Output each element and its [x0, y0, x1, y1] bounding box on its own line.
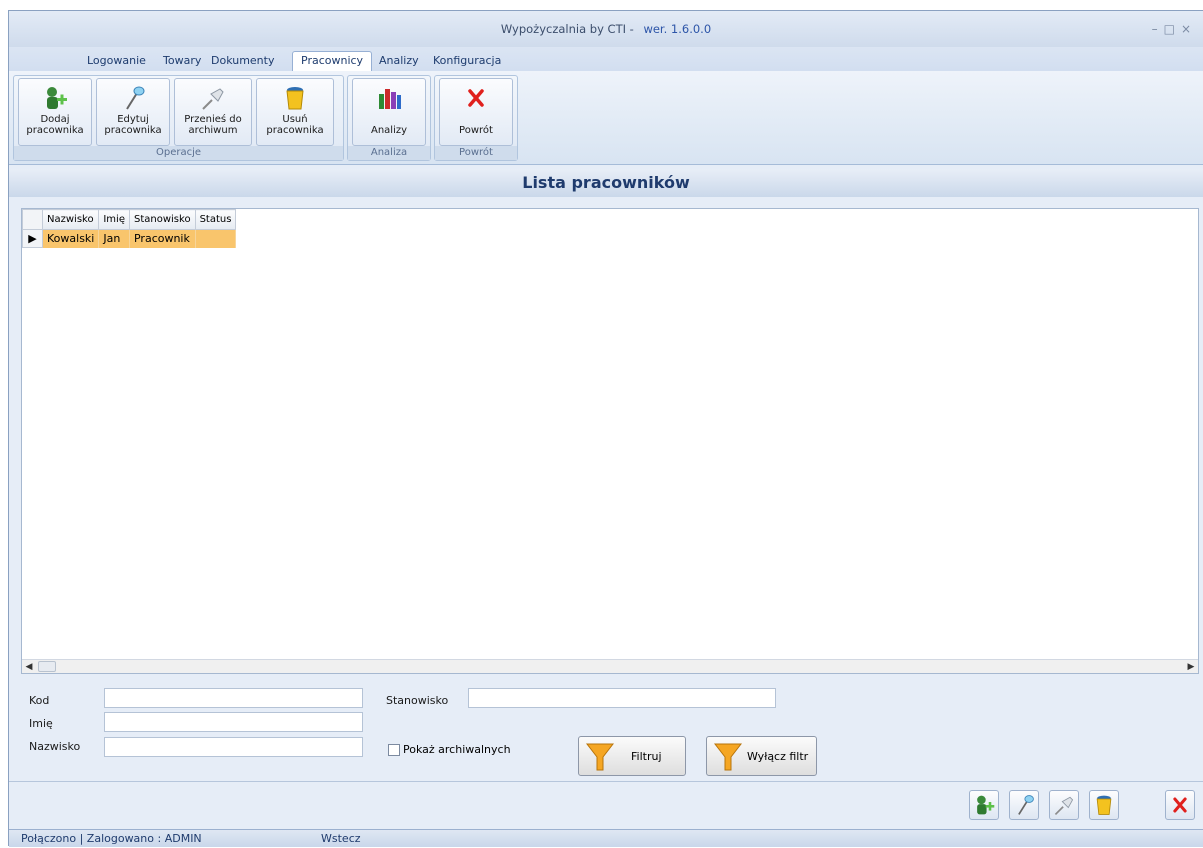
- table-row[interactable]: ▶ Kowalski Jan Pracownik: [22, 229, 237, 248]
- add-employee-label-1: Dodaj: [40, 114, 70, 125]
- close-window-icon[interactable]: ×: [1181, 22, 1197, 36]
- horizontal-scrollbar[interactable]: ◀ ▶: [22, 659, 1198, 673]
- tab-towary[interactable]: Towary: [155, 52, 209, 71]
- status-back[interactable]: Wstecz: [321, 830, 361, 848]
- column-header-stanowisko[interactable]: Stanowisko: [128, 209, 196, 230]
- archive-employee-button[interactable]: Przenieś do archiwum: [174, 78, 252, 146]
- column-header-nazwisko[interactable]: Nazwisko: [41, 209, 100, 230]
- maximize-icon[interactable]: □: [1164, 22, 1181, 36]
- window-controls[interactable]: –□×: [1152, 11, 1197, 47]
- group-label-operacje: Operacje: [14, 146, 343, 160]
- delete-employee-label-2: pracownika: [266, 125, 324, 136]
- checkbox-box[interactable]: [388, 744, 400, 756]
- bottom-toolbar: [9, 781, 1203, 823]
- ribbon-group-operacje: Dodaj pracownika Edytuj pracownika Przen…: [13, 75, 344, 161]
- clear-filter-button-label: Wyłącz filtr: [747, 750, 809, 763]
- funnel-icon: [713, 743, 743, 771]
- toolbar-archive-button[interactable]: [1049, 790, 1079, 820]
- toolbar-add-button[interactable]: [969, 790, 999, 820]
- column-header-status[interactable]: Status: [194, 209, 237, 230]
- add-user-icon: [47, 87, 67, 109]
- nazwisko-label: Nazwisko: [29, 740, 81, 753]
- employees-grid[interactable]: Nazwisko Imię Stanowisko Status ▶ Kowals…: [21, 208, 1199, 674]
- trash-icon: [286, 87, 304, 110]
- toolbar-close-button[interactable]: [1165, 790, 1195, 820]
- kod-label: Kod: [29, 694, 50, 707]
- filter-button[interactable]: Filtruj: [578, 736, 686, 776]
- status-connection: Połączono | Zalogowano : ADMIN: [21, 832, 202, 845]
- toolbar-edit-button[interactable]: [1009, 790, 1039, 820]
- back-button[interactable]: Powrót: [439, 78, 513, 146]
- edit-icon: [1018, 795, 1034, 815]
- stanowisko-input[interactable]: [468, 688, 776, 708]
- scroll-right-icon[interactable]: ▶: [1184, 660, 1198, 674]
- tab-konfiguracja[interactable]: Konfiguracja: [425, 52, 509, 71]
- clear-filter-button[interactable]: Wyłącz filtr: [706, 736, 817, 776]
- archive-employee-label-1: Przenieś do: [184, 114, 242, 125]
- window-version: wer. 1.6.0.0: [643, 22, 712, 36]
- filter-button-label: Filtruj: [631, 750, 662, 763]
- tab-dokumenty[interactable]: Dokumenty: [203, 52, 282, 71]
- nazwisko-input[interactable]: [104, 737, 363, 757]
- tab-analizy[interactable]: Analizy: [371, 52, 427, 71]
- edit-employee-button[interactable]: Edytuj pracownika: [96, 78, 170, 146]
- status-bar: Połączono | Zalogowano : ADMIN Wstecz: [9, 829, 1203, 847]
- show-archived-checkbox[interactable]: Pokaż archiwalnych: [388, 743, 511, 756]
- back-label: Powrót: [459, 125, 493, 136]
- edit-employee-label-1: Edytuj: [117, 114, 149, 125]
- kod-input[interactable]: [104, 688, 363, 708]
- imie-input[interactable]: [104, 712, 363, 732]
- cell-stanowisko[interactable]: Pracownik: [129, 229, 196, 248]
- scroll-left-icon[interactable]: ◀: [22, 660, 36, 674]
- pin-icon: [202, 88, 224, 110]
- ribbon-group-powrot: Powrót Powrót: [434, 75, 518, 161]
- pin-icon: [1054, 796, 1074, 816]
- add-user-icon: [977, 795, 995, 815]
- group-label-analiza: Analiza: [348, 146, 430, 160]
- group-label-powrot: Powrót: [435, 146, 517, 160]
- books-icon: [379, 89, 401, 109]
- close-icon: [468, 89, 484, 107]
- ribbon-tabs: Logowanie Towary Dokumenty Pracownicy An…: [9, 47, 1203, 72]
- minimize-icon[interactable]: –: [1152, 22, 1164, 36]
- cell-imie[interactable]: Jan: [98, 229, 130, 248]
- title-bar: Wypożyczalnia by CTI - wer. 1.6.0.0 –□×: [9, 11, 1203, 47]
- row-header-corner: [22, 209, 43, 230]
- employees-table: Nazwisko Imię Stanowisko Status ▶ Kowals…: [22, 209, 237, 248]
- cell-nazwisko[interactable]: Kowalski: [42, 229, 100, 248]
- funnel-icon: [585, 743, 615, 771]
- analyses-label: Analizy: [370, 125, 408, 136]
- page-title: Lista pracowników: [9, 169, 1203, 197]
- show-archived-label: Pokaż archiwalnych: [403, 743, 511, 756]
- ribbon-group-analiza: Analizy Analiza: [347, 75, 431, 161]
- stanowisko-label: Stanowisko: [386, 694, 449, 707]
- scroll-thumb[interactable]: [38, 661, 56, 672]
- row-selector-icon: ▶: [22, 229, 43, 248]
- column-header-imie[interactable]: Imię: [98, 209, 130, 230]
- add-employee-label-2: pracownika: [26, 125, 84, 136]
- tab-pracownicy[interactable]: Pracownicy: [292, 51, 373, 72]
- toolbar-delete-button[interactable]: [1089, 790, 1119, 820]
- add-employee-button[interactable]: Dodaj pracownika: [18, 78, 92, 146]
- tab-logowanie[interactable]: Logowanie: [79, 52, 154, 71]
- ribbon: Dodaj pracownika Edytuj pracownika Przen…: [9, 71, 1203, 165]
- archive-employee-label-2: archiwum: [188, 125, 238, 136]
- cell-status[interactable]: [195, 229, 237, 248]
- analyses-button[interactable]: Analizy: [352, 78, 426, 146]
- close-icon: [1173, 797, 1187, 813]
- main-window: Wypożyczalnia by CTI - wer. 1.6.0.0 –□× …: [8, 10, 1203, 847]
- delete-employee-label-1: Usuń: [282, 114, 308, 125]
- edit-employee-label-2: pracownika: [104, 125, 162, 136]
- window-title: Wypożyczalnia by CTI -: [500, 22, 634, 36]
- edit-icon: [126, 86, 145, 110]
- imie-label: Imię: [29, 717, 53, 730]
- delete-employee-button[interactable]: Usuń pracownika: [256, 78, 334, 146]
- trash-icon: [1096, 795, 1112, 815]
- table-header-row: Nazwisko Imię Stanowisko Status: [22, 209, 237, 230]
